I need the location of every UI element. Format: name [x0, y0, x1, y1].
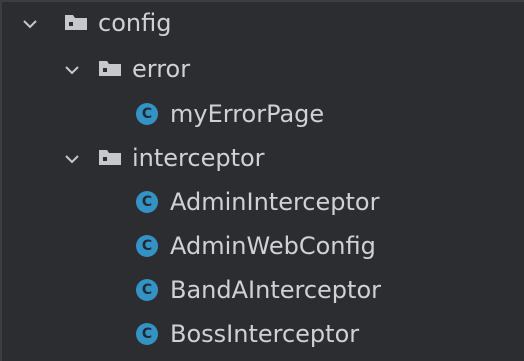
tree-item-label: config: [98, 9, 172, 37]
tree-item-interceptor[interactable]: interceptor: [2, 136, 524, 180]
tree-item-error[interactable]: error: [2, 48, 524, 92]
tree-item-myerrorpage[interactable]: C myErrorPage: [2, 92, 524, 136]
chevron-down-icon[interactable]: [64, 62, 80, 78]
tree-item-label: AdminWebConfig: [170, 232, 376, 260]
folder-icon: [98, 59, 122, 77]
class-icon: C: [136, 235, 158, 257]
project-tree: config error C myErrorPage interceptor C…: [0, 0, 524, 361]
class-icon: C: [136, 279, 158, 301]
folder-icon: [64, 13, 88, 31]
tree-item-label: BandAInterceptor: [170, 276, 381, 304]
tree-item-bandainterceptor[interactable]: C BandAInterceptor: [2, 268, 524, 312]
class-icon: C: [136, 323, 158, 345]
tree-item-label: interceptor: [132, 144, 265, 172]
tree-item-adminwebconfig[interactable]: C AdminWebConfig: [2, 224, 524, 268]
tree-item-admininterceptor[interactable]: C AdminInterceptor: [2, 180, 524, 224]
tree-item-label: BossInterceptor: [170, 320, 360, 348]
chevron-down-icon[interactable]: [22, 16, 38, 32]
class-icon: C: [136, 191, 158, 213]
folder-icon: [98, 148, 122, 166]
chevron-down-icon[interactable]: [64, 151, 80, 167]
tree-item-label: myErrorPage: [170, 100, 325, 128]
tree-item-label: error: [132, 55, 191, 83]
class-icon: C: [136, 103, 158, 125]
tree-item-bossinterceptor[interactable]: C BossInterceptor: [2, 312, 524, 356]
tree-item-label: AdminInterceptor: [170, 188, 380, 216]
tree-item-config[interactable]: config: [2, 2, 524, 46]
